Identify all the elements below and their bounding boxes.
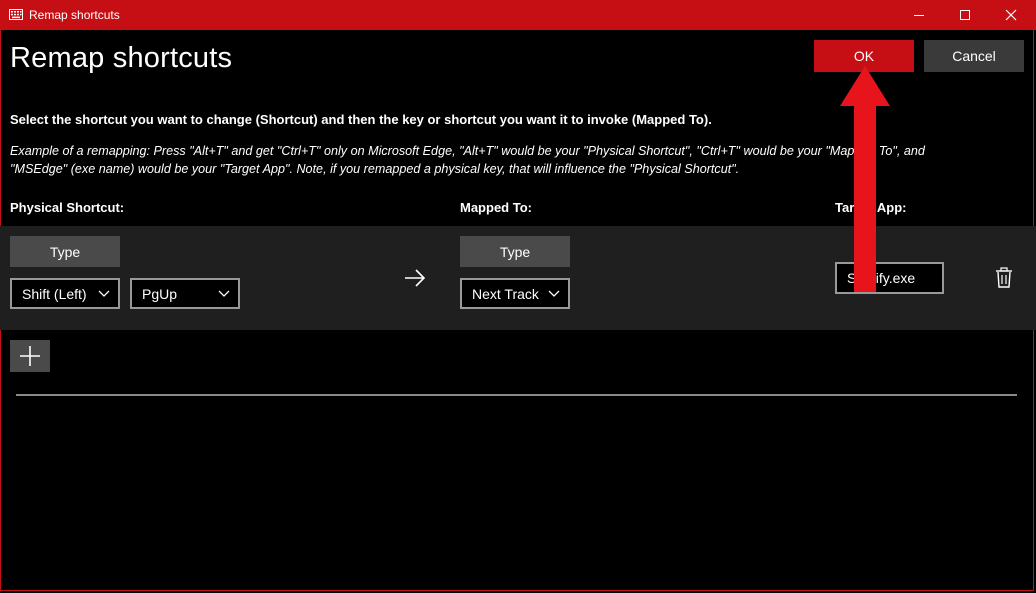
close-icon <box>1005 9 1017 21</box>
minimize-button[interactable] <box>896 0 942 30</box>
close-button[interactable] <box>988 0 1034 30</box>
window-title: Remap shortcuts <box>29 8 120 22</box>
physical-key-1-value: Shift (Left) <box>22 285 87 302</box>
add-shortcut-button[interactable] <box>10 340 50 372</box>
physical-key-2-value: PgUp <box>142 285 178 302</box>
instructions-text: Select the shortcut you want to change (… <box>10 112 712 127</box>
trash-icon[interactable] <box>994 267 1014 289</box>
physical-type-button[interactable]: Type <box>10 236 120 267</box>
maximize-button[interactable] <box>942 0 988 30</box>
cancel-button[interactable]: Cancel <box>924 40 1024 72</box>
minimize-icon <box>914 15 924 16</box>
physical-shortcut-header: Physical Shortcut: <box>10 200 125 215</box>
arrow-right-icon <box>405 269 426 287</box>
divider <box>16 394 1017 396</box>
chevron-down-icon <box>98 290 110 297</box>
page-title: Remap shortcuts <box>10 42 233 74</box>
chevron-down-icon <box>548 290 560 297</box>
plus-icon <box>20 346 40 366</box>
mapped-type-button[interactable]: Type <box>460 236 570 267</box>
mapped-key-value: Next Track <box>472 285 539 302</box>
mapped-key-dropdown[interactable]: Next Track <box>460 278 570 309</box>
mapped-to-header: Mapped To: <box>460 200 532 215</box>
title-bar <box>0 0 1036 30</box>
maximize-icon <box>960 10 970 20</box>
physical-key-1-dropdown[interactable]: Shift (Left) <box>10 278 120 309</box>
physical-key-2-dropdown[interactable]: PgUp <box>130 278 240 309</box>
red-arrow-up <box>840 66 890 292</box>
chevron-down-icon <box>218 290 230 297</box>
keyboard-icon <box>9 9 23 20</box>
